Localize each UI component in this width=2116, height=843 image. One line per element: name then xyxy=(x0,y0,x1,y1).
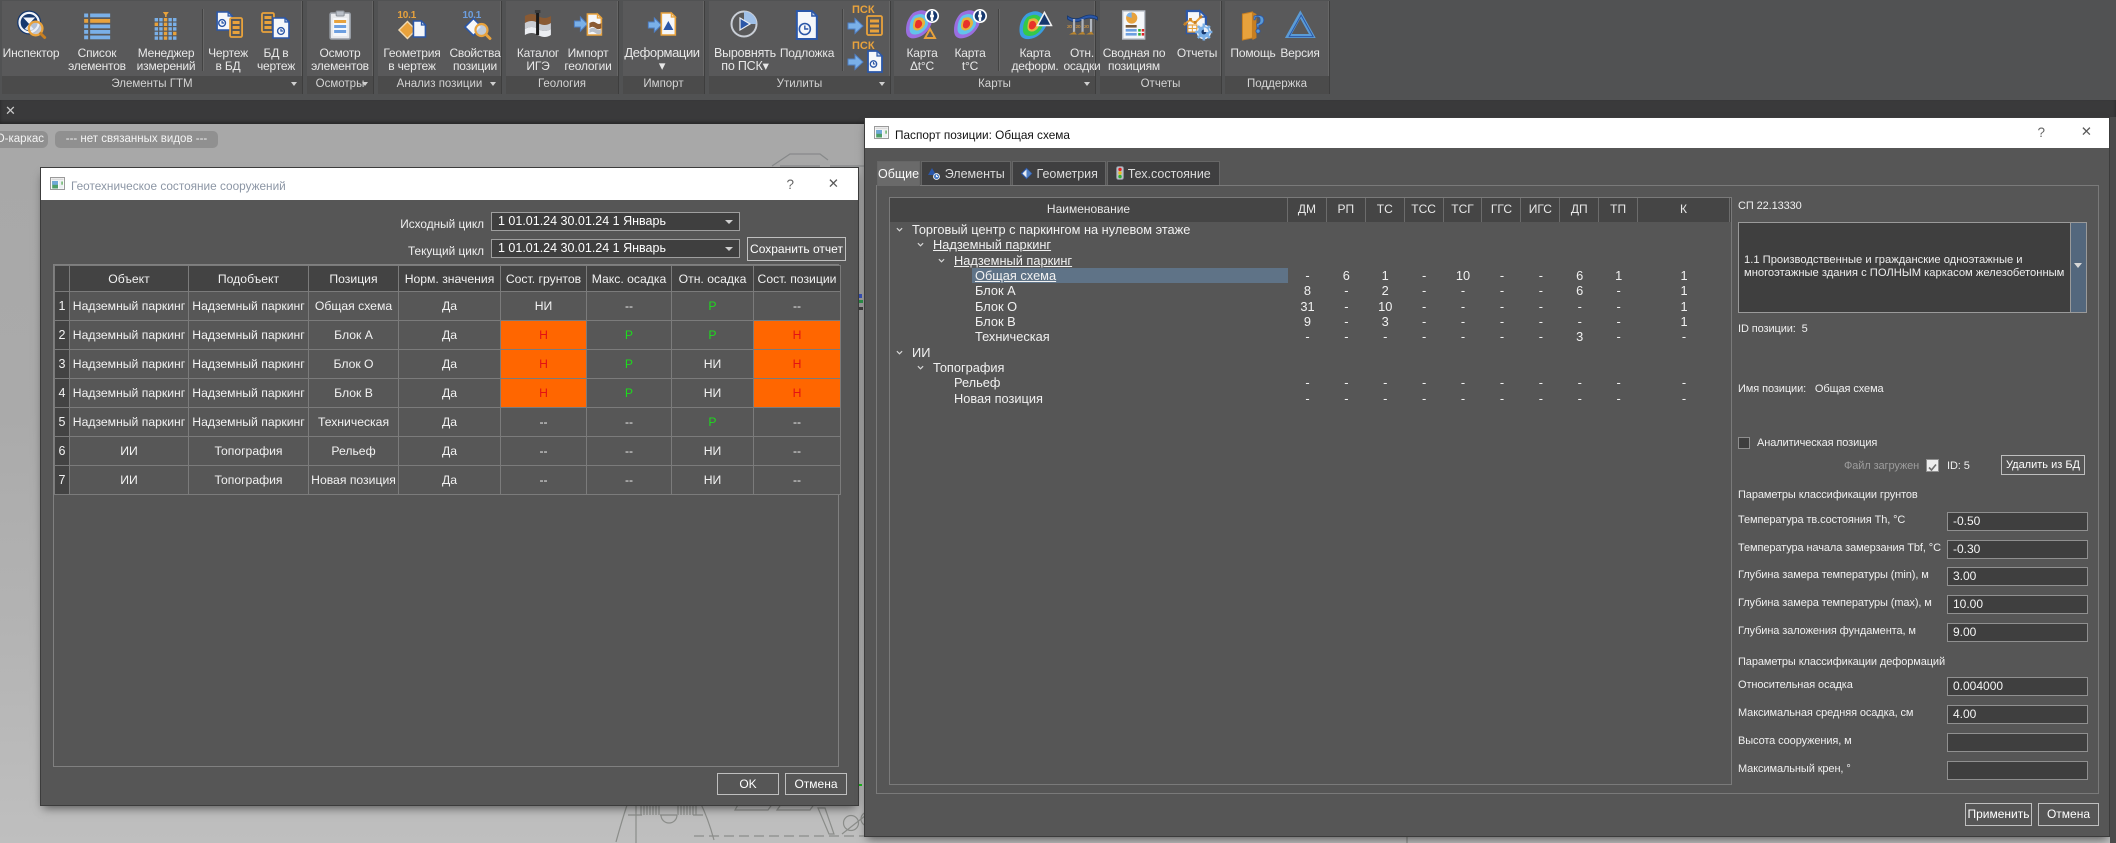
svg-text:20: 20 xyxy=(1083,24,1088,30)
svg-text:?: ? xyxy=(1252,10,1265,39)
svg-text:20: 20 xyxy=(1066,24,1071,30)
svg-text:20: 20 xyxy=(1075,24,1080,30)
svg-text:10.1: 10.1 xyxy=(397,10,416,21)
svg-text:ПСК: ПСК xyxy=(852,4,875,16)
